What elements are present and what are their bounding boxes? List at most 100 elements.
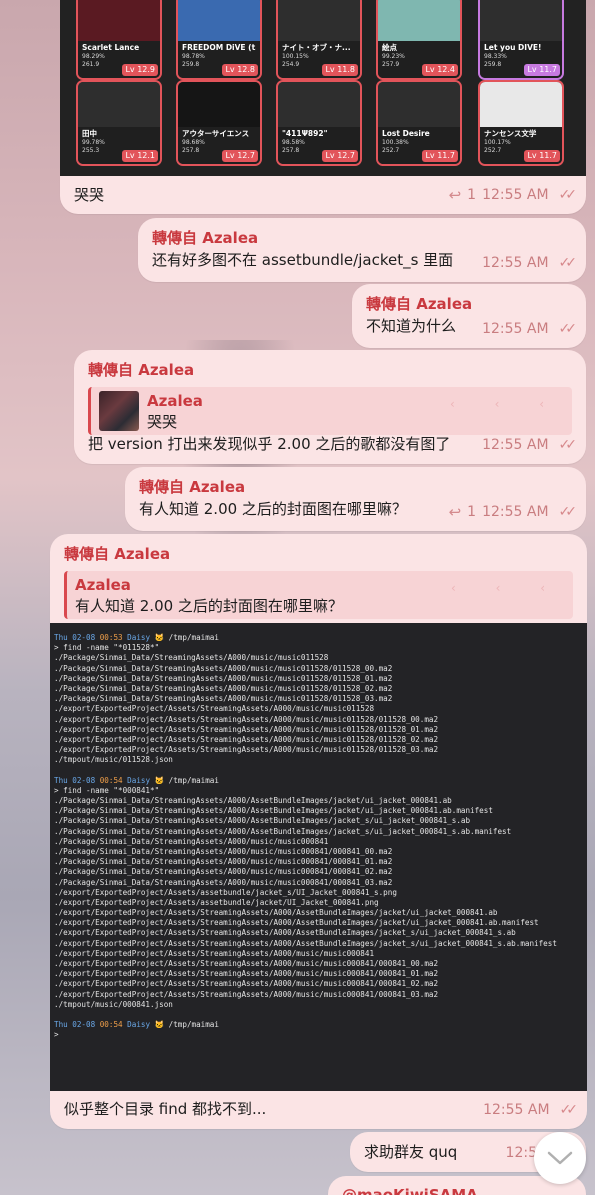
card-title: アウターサイエンス [182,129,250,139]
card-art [278,0,360,42]
prompt-date: Thu 02-08 [54,775,96,785]
output-line: ./export/ExportedProject/Assets/Streamin… [54,745,439,755]
scroll-down-button[interactable] [534,1132,586,1184]
output-line: ./export/ExportedProject/Assets/Streamin… [54,928,516,938]
double-check-icon: ✓✓ [558,321,578,337]
score-card: 絵点 99.23% 257.9 Lv 12.4 [376,0,462,80]
message-bubble[interactable]: 轉傳自 Azalea 还有好多图不在 assetbundle/jacket_s … [138,218,586,282]
message-meta: 12:55 AM ✓✓ [482,318,578,340]
message-bubble[interactable]: 哭哭 ↩ 1 12:55 AM ✓✓ [60,176,586,214]
output-line: ./export/ExportedProject/Assets/Streamin… [54,979,439,989]
reply-arrow-icon[interactable]: ↩ [449,501,462,523]
card-score: 100.17% [484,139,511,147]
output-line: ./export/ExportedProject/Assets/Streamin… [54,959,439,968]
output-line: ./Package/Sinmai_Data/StreamingAssets/A0… [54,806,493,816]
score-card: Let you DIVE! 98.33% 259.8 Lv 11.7 [478,0,564,80]
output-line: ./Package/Sinmai_Data/StreamingAssets/A0… [54,826,512,836]
forwarded-from[interactable]: 轉傳自 Azalea [64,543,170,565]
output-line: ./Package/Sinmai_Data/StreamingAssets/A0… [54,653,329,663]
reply-arrow-icon[interactable]: ↩ [449,184,462,206]
score-card: Scarlet Lance 98.29% 261.9 Lv 12.9 [76,0,162,80]
card-title: ナンセンス文学 [484,129,537,139]
message-time: 12:55 AM [483,1102,550,1118]
message-time: 12:55 AM [482,187,549,203]
terminal-screenshot[interactable]: Thu 02-08 00:53 Daisy 🐱 /tmp/maimai > fi… [50,623,587,1091]
message-text: 把 version 打出来发现似乎 2.00 之后的歌都没有图了 [88,435,451,453]
card-level: Lv 12.8 [222,64,258,76]
message-meta: ↩ 1 12:55 AM ✓✓ [449,184,578,206]
card-level: Lv 12.7 [322,150,358,162]
message-time: 12:55 AM [482,321,549,337]
card-art [480,0,562,42]
reply-quote[interactable]: Azalea 哭哭 ‹ ‹ ‹ [88,387,572,435]
forwarded-from[interactable]: 轉傳自 Azalea [88,359,194,381]
prompt-date: Thu 02-08 [54,633,96,642]
card-score: 98.58% [282,139,305,147]
card-art [78,82,160,128]
output-line: ./Package/Sinmai_Data/StreamingAssets/A0… [54,796,452,805]
card-score: 98.68% [182,139,205,147]
card-score: 99.23% [382,53,405,61]
output-line: ./export/ExportedProject/Assets/Streamin… [54,969,439,979]
double-check-icon: ✓✓ [559,1102,579,1118]
message-bubble[interactable]: 轉傳自 Azalea 不知道为什么 12:55 AM ✓✓ [352,284,586,348]
forwarded-from[interactable]: 轉傳自 Azalea [152,227,258,249]
prompt-path: /tmp/maimai [168,633,219,642]
double-check-icon: ✓✓ [558,504,578,520]
score-grid-image[interactable]: Scarlet Lance 98.29% 261.9 Lv 12.9 FREED… [60,0,586,182]
forwarded-from[interactable]: 轉傳自 Azalea [139,476,245,498]
card-art [178,0,260,42]
message-bubble[interactable]: 轉傳自 Azalea Azalea 有人知道 2.00 之后的封面图在哪里嘛？ … [50,534,587,628]
card-level: Lv 11.7 [524,64,560,76]
forwarded-from[interactable]: 轉傳自 Azalea [366,293,472,315]
message-time: 12:55 AM [482,255,549,271]
prompt-path: /tmp/maimai [168,775,219,785]
card-level: Lv 12.9 [122,64,158,76]
prompt-line: Thu 02-08 00:53 Daisy 🐱 /tmp/maimai [54,633,581,643]
chevron-down-icon [547,1151,573,1165]
card-level: Lv 12.4 [422,64,458,76]
card-title: 田中 [82,129,97,139]
output-line: ./Package/Sinmai_Data/StreamingAssets/A0… [54,816,471,826]
message-meta: 12:55 AM ✓✓ [482,434,578,456]
card-title: Let you DIVE! [484,43,542,53]
prompt-time: 00:54 [99,775,123,785]
score-card: アウターサイエンス 98.68% 257.8 Lv 12.7 [176,80,262,166]
prompt-date: Thu 02-08 [54,1020,96,1030]
command-line: > find -name "*011528*" [54,643,160,653]
output-line: ./Package/Sinmai_Data/StreamingAssets/A0… [54,867,393,877]
message-bubble[interactable]: 轉傳自 Azalea 有人知道 2.00 之后的封面图在哪里嘛？ ↩ 1 12:… [125,467,586,531]
output-line: ./tmpout/music/011528.json [54,755,173,765]
card-score: 98.33% [484,53,507,61]
double-check-icon: ✓✓ [558,187,578,203]
reply-count[interactable]: 1 [467,501,476,523]
output-line: ./export/ExportedProject/Assets/Streamin… [54,948,375,958]
card-level: Lv 11.7 [422,150,458,162]
cat-icon: 🐱 [154,775,165,785]
double-check-icon: ✓✓ [558,437,578,453]
message-time: 12:55 AM [482,504,549,520]
output-line: ./Package/Sinmai_Data/StreamingAssets/A0… [54,877,393,887]
prompt-user: Daisy [127,633,151,642]
output-line: ./export/ExportedProject/Assets/Streamin… [54,908,498,918]
output-line: ./export/ExportedProject/Assets/Streamin… [54,989,439,999]
reply-count[interactable]: 1 [467,184,476,206]
message-text: 似乎整个目录 find 都找不到... [64,1100,267,1118]
message-bubble[interactable]: 似乎整个目录 find 都找不到... 12:55 AM ✓✓ [50,1091,587,1129]
reply-quote[interactable]: Azalea 有人知道 2.00 之后的封面图在哪里嘛？ ‹ ‹ ‹ [64,571,573,619]
output-line: ./export/ExportedProject/Assets/Streamin… [54,704,375,714]
double-check-icon: ✓✓ [558,255,578,271]
prompt-line: Thu 02-08 00:54 Daisy 🐱 /tmp/maimai [54,1020,581,1030]
card-score: 98.29% [82,53,105,61]
message-sender[interactable]: @maoKiwiSAMA [342,1184,478,1195]
message-text: 不知道为什么 [366,317,457,335]
message-meta: ↩ 1 12:55 AM ✓✓ [449,501,578,523]
message-text: 还有好多图不在 assetbundle/jacket_s 里面 [152,251,454,269]
card-art [378,82,460,128]
message-bubble[interactable]: 轉傳自 Azalea Azalea 哭哭 ‹ ‹ ‹ 把 version 打出来… [74,350,586,464]
message-text: 哭哭 [74,186,105,204]
output-line: ./tmpout/music/000841.json [54,999,173,1009]
quote-thumbnail [99,391,139,431]
prompt-user: Daisy [127,775,151,785]
